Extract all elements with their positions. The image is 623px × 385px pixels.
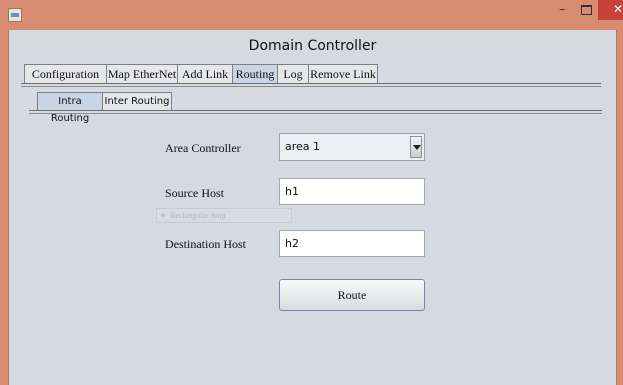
subtab-intra-routing[interactable]: Intra Routing: [37, 92, 103, 124]
source-host-field[interactable]: h1: [279, 178, 425, 205]
destination-host-label: Destination Host: [165, 237, 246, 251]
chevron-down-icon[interactable]: [410, 136, 422, 158]
tab-divider: [21, 86, 601, 87]
tab-routing[interactable]: Routing: [232, 64, 278, 84]
area-controller-dropdown[interactable]: area 1: [279, 133, 425, 161]
source-host-label: Source Host: [165, 186, 224, 200]
subtab-inter-routing[interactable]: Inter Routing: [102, 92, 172, 110]
window-titlebar[interactable]: – ✕: [0, 0, 623, 30]
tab-log[interactable]: Log: [277, 64, 309, 83]
tab-map-ethernet[interactable]: Map EtherNet: [106, 64, 178, 83]
subtab-divider: [29, 113, 602, 114]
tab-remove-link[interactable]: Remove Link: [308, 64, 378, 83]
destination-host-field[interactable]: h2: [279, 230, 425, 257]
main-panel: Domain Controller Configuration Map Ethe…: [8, 30, 617, 385]
close-button[interactable]: ✕: [598, 0, 623, 20]
route-button[interactable]: Route: [279, 279, 425, 311]
app-title: Domain Controller: [248, 38, 377, 54]
area-controller-label: Area Controller: [165, 141, 241, 155]
subtab-divider: [29, 110, 602, 111]
tab-add-link[interactable]: Add Link: [177, 64, 233, 83]
tab-divider: [21, 83, 601, 84]
app-icon: [8, 8, 22, 22]
maximize-button[interactable]: [574, 0, 598, 20]
rectangular-snip-ghost: Rectangular Snip: [156, 208, 292, 223]
routing-subtabbar: Intra Routing Inter Routing: [9, 92, 616, 124]
minimize-button[interactable]: –: [550, 0, 574, 20]
tab-configuration[interactable]: Configuration: [24, 64, 107, 83]
area-controller-value: area 1: [285, 140, 321, 153]
